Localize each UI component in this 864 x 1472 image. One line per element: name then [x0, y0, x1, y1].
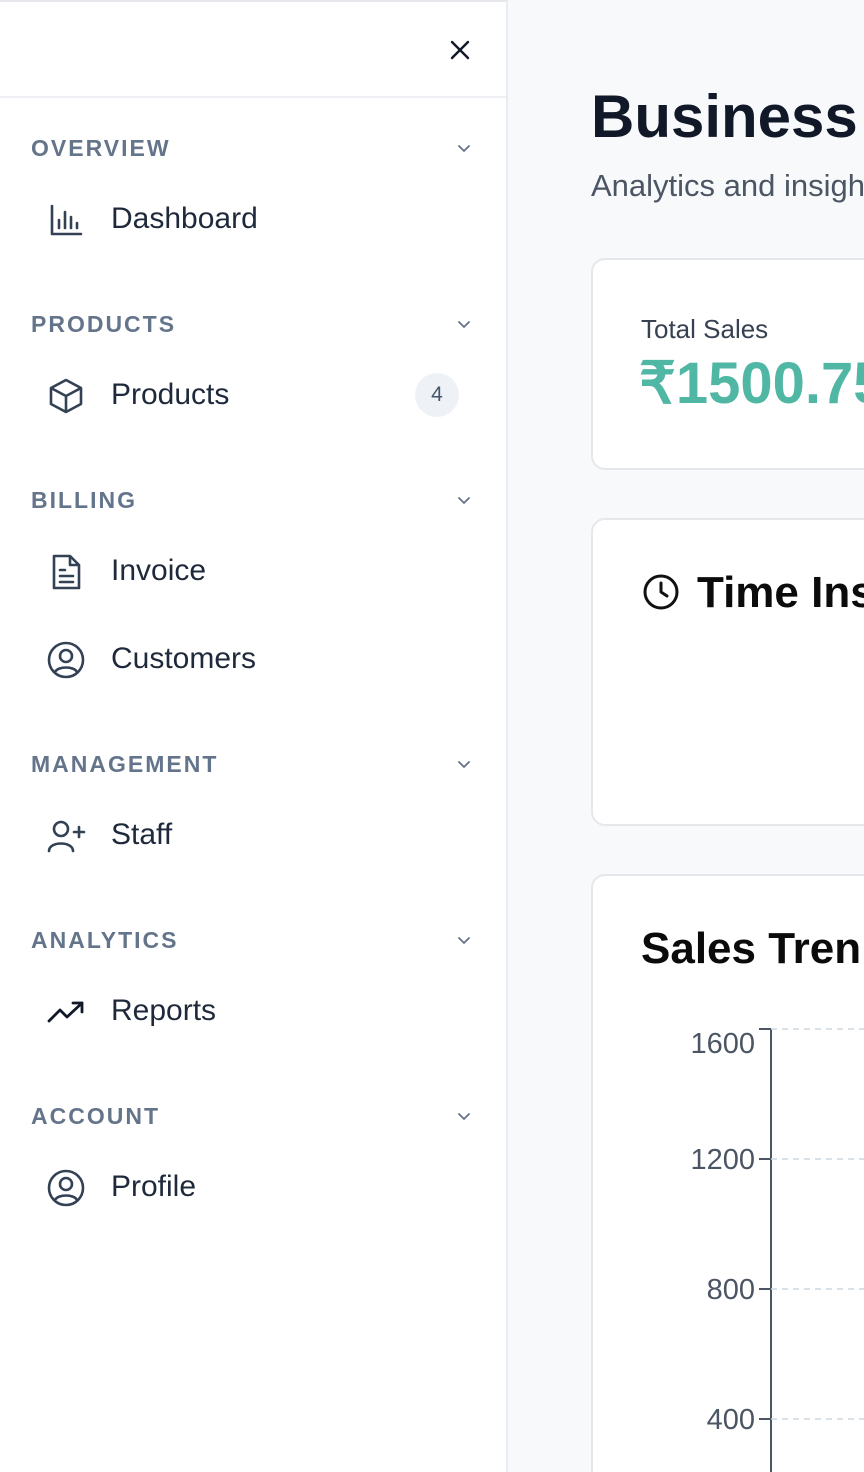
chevron-down-icon — [458, 937, 470, 944]
y-tick-label: 1200 — [690, 1144, 755, 1176]
total-sales-card: Total Sales ₹1500.75 — [591, 258, 864, 470]
sidebar-item-customers[interactable]: Customers — [0, 628, 506, 688]
chevron-down-icon — [458, 145, 470, 152]
main-content: Business Analytics and insigh Total Sale… — [510, 0, 864, 1472]
card-title: Time Ins — [697, 568, 864, 617]
section-header-management[interactable]: MANAGEMENT — [0, 744, 506, 784]
section-header-account[interactable]: ACCOUNT — [0, 1096, 506, 1136]
section-title: PRODUCTS — [31, 311, 177, 337]
section-title: OVERVIEW — [31, 135, 171, 161]
chevron-down-icon — [458, 497, 470, 504]
sidebar-item-label: Profile — [111, 1170, 197, 1203]
chevron-down-icon — [458, 761, 470, 768]
sidebar-item-label: Customers — [111, 642, 257, 675]
close-icon — [450, 40, 470, 60]
y-tick-label: 400 — [707, 1404, 755, 1436]
user-circle-icon — [46, 1168, 86, 1208]
section-header-analytics[interactable]: ANALYTICS — [0, 920, 506, 960]
clock-icon — [643, 574, 679, 610]
close-button[interactable] — [444, 34, 476, 66]
sidebar-item-dashboard[interactable]: Dashboard — [0, 188, 506, 248]
bar-chart-icon — [46, 200, 86, 240]
sidebar-item-label: Reports — [111, 994, 217, 1027]
page-subtitle: Analytics and insigh — [591, 168, 864, 203]
sales-trend-card: Sales Tren 1600 1200 800 400 — [591, 874, 864, 1472]
sidebar-item-reports[interactable]: Reports — [0, 980, 506, 1040]
section-title: MANAGEMENT — [31, 751, 219, 777]
page-title: Business — [591, 83, 858, 150]
box-icon — [46, 376, 86, 416]
chevron-down-icon — [458, 321, 470, 328]
sidebar-item-label: Staff — [111, 818, 173, 851]
stat-label: Total Sales — [641, 314, 769, 344]
sidebar-item-products[interactable]: Products 4 — [0, 364, 506, 424]
time-insights-card: Time Ins — [591, 518, 864, 826]
section-header-billing[interactable]: BILLING — [0, 480, 506, 520]
section-header-products[interactable]: PRODUCTS — [0, 304, 506, 344]
section-title: ACCOUNT — [31, 1103, 160, 1129]
count-badge: 4 — [415, 373, 459, 417]
user-plus-icon — [46, 816, 86, 856]
trending-up-icon — [46, 992, 86, 1032]
sidebar-item-label: Products — [111, 378, 230, 411]
y-tick-label: 800 — [707, 1274, 755, 1306]
sidebar: OVERVIEW Dashboard PRODUCTS Products 4 B… — [0, 0, 508, 1472]
sidebar-item-label: Dashboard — [111, 202, 258, 235]
sales-trend-chart: 1600 1200 800 400 — [690, 1028, 864, 1472]
sidebar-item-label: Invoice — [111, 554, 207, 587]
section-title: ANALYTICS — [31, 927, 179, 953]
sidebar-item-staff[interactable]: Staff — [0, 804, 506, 864]
y-tick-label: 1600 — [690, 1028, 755, 1060]
user-circle-icon — [46, 640, 86, 680]
file-text-icon — [46, 552, 86, 592]
section-title: BILLING — [31, 487, 137, 513]
stat-value: ₹1500.75 — [639, 351, 864, 416]
section-header-overview[interactable]: OVERVIEW — [0, 128, 506, 168]
sidebar-header — [0, 0, 506, 98]
sidebar-item-profile[interactable]: Profile — [0, 1156, 506, 1216]
sidebar-item-invoice[interactable]: Invoice — [0, 540, 506, 600]
chevron-down-icon — [458, 1113, 470, 1120]
